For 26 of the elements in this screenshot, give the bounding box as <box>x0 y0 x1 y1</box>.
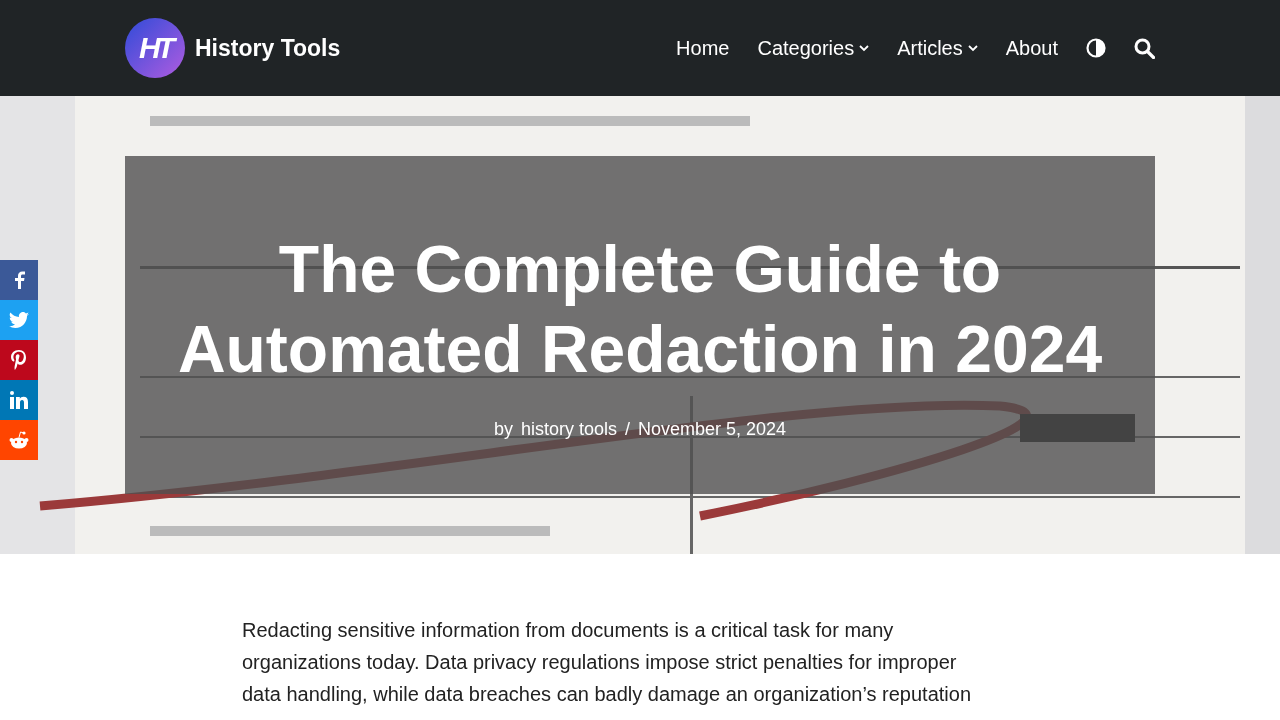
article-title: The Complete Guide to Automated Redaction in 2024 <box>176 231 1104 388</box>
share-button[interactable] <box>0 420 38 460</box>
linkedin-icon <box>10 391 28 409</box>
author-link[interactable]: history tools <box>520 418 617 440</box>
nav-link[interactable]: Home <box>676 36 730 60</box>
nav-link[interactable]: Categories <box>757 36 870 60</box>
meta-separator: / <box>624 418 630 440</box>
contrast-toggle-icon[interactable] <box>1086 38 1106 58</box>
share-button[interactable] <box>0 340 38 380</box>
pinterest-icon <box>11 350 27 370</box>
chevron-down-icon <box>859 44 870 52</box>
site-logo[interactable]: HT <box>125 18 185 78</box>
share-button[interactable] <box>0 260 38 300</box>
chevron-down-icon <box>967 44 978 52</box>
byline-label: by <box>493 418 513 440</box>
share-button[interactable] <box>0 300 38 340</box>
search-icon[interactable] <box>1134 37 1155 59</box>
facebook-icon <box>13 271 25 289</box>
reddit-alien-icon <box>8 431 30 449</box>
share-button[interactable] <box>0 380 38 420</box>
site-title[interactable]: History Tools <box>195 34 341 62</box>
nav-link[interactable]: Articles <box>897 36 978 60</box>
bird-icon <box>9 312 29 328</box>
date-link[interactable]: November 5, 2024 <box>638 418 787 440</box>
nav-link[interactable]: About <box>1005 36 1058 60</box>
article-paragraph: Redacting sensitive information from documents is a critical task for many organizations today. Data privacy regulations impose strict penalties for improper data handling, while data breaches can badly damage an organization’s reputation <box>242 618 973 707</box>
